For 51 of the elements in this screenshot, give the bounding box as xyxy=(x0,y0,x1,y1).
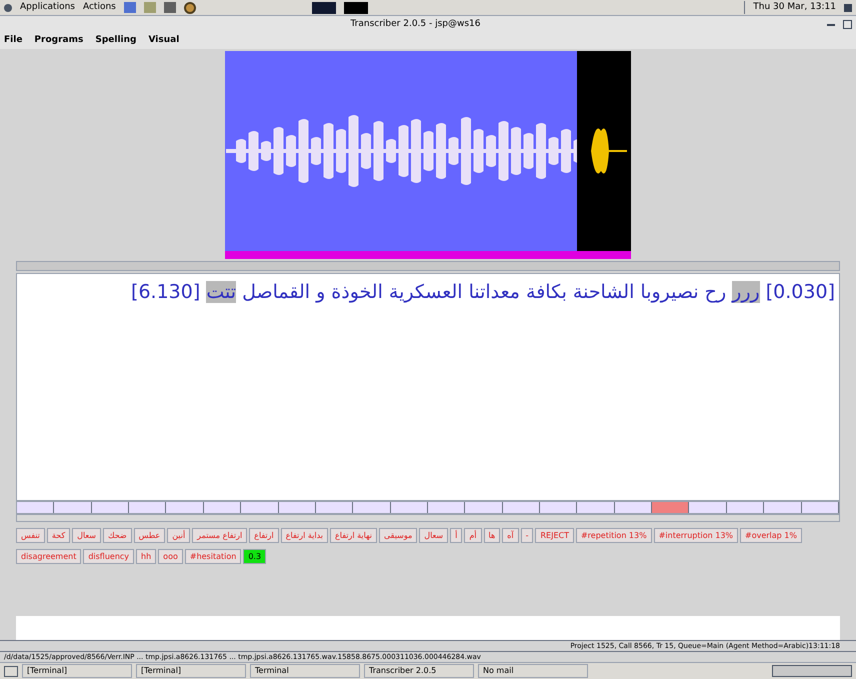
tag-button[interactable]: أ xyxy=(450,528,462,543)
workspace-icon[interactable] xyxy=(312,2,336,14)
tag-button[interactable]: أم xyxy=(464,528,482,543)
workspace-icon[interactable] xyxy=(344,2,368,14)
tag-button[interactable]: #interruption 13% xyxy=(654,528,738,543)
taskbar-button[interactable]: [Terminal] xyxy=(22,664,132,678)
taskbar-button[interactable]: [Terminal] xyxy=(136,664,246,678)
tag-button[interactable]: ooo xyxy=(158,549,183,564)
tag-button[interactable]: #overlap 1% xyxy=(740,528,802,543)
tag-button[interactable]: ضحك xyxy=(102,528,132,543)
tag-button[interactable]: REJECT xyxy=(535,528,574,543)
tag-button[interactable]: #repetition 13% xyxy=(576,528,652,543)
tag-button[interactable]: تنفس xyxy=(16,528,45,543)
tag-button[interactable]: نهاية ارتفاع xyxy=(330,528,378,543)
tag-button[interactable]: hh xyxy=(136,549,156,564)
panel-menu[interactable]: Applications xyxy=(20,0,75,14)
tag-button[interactable]: disagreement xyxy=(16,549,82,564)
tag-button[interactable]: سعال xyxy=(72,528,101,543)
pager-icon[interactable] xyxy=(772,665,852,677)
tag-button[interactable]: عطس xyxy=(134,528,166,543)
tag-button[interactable]: آه xyxy=(502,528,519,543)
tag-button[interactable]: disfluency xyxy=(83,549,134,564)
segment-scrollbar[interactable] xyxy=(16,514,840,522)
tag-button[interactable]: سعال xyxy=(419,528,448,543)
window-title: Transcriber 2.0.5 - jsp@ws16 xyxy=(350,18,481,31)
tag-button[interactable]: ها xyxy=(484,528,500,543)
tag-button[interactable]: كحة xyxy=(46,528,70,543)
tag-button[interactable]: ارتفاع مستمر xyxy=(192,528,248,543)
panel-menu[interactable]: Actions xyxy=(82,0,116,14)
tag-button[interactable]: بداية ارتفاع xyxy=(280,528,328,543)
tag-button[interactable]: 0.3 xyxy=(243,549,266,564)
launcher-icon[interactable] xyxy=(164,2,176,13)
menu-item[interactable]: File xyxy=(4,34,22,48)
taskbar-button[interactable]: No mail xyxy=(478,664,588,678)
tag-button[interactable]: أنين xyxy=(167,528,190,543)
launcher-icon[interactable] xyxy=(124,2,136,13)
show-desktop-icon[interactable] xyxy=(4,666,18,676)
taskbar-button[interactable]: Transcriber 2.0.5 xyxy=(364,664,474,678)
tag-button[interactable]: #hesitation xyxy=(184,549,242,564)
horizontal-scrollbar[interactable] xyxy=(16,261,840,271)
tag-button[interactable]: موسيقى xyxy=(379,528,418,543)
minimize-icon[interactable] xyxy=(827,24,835,26)
tag-button[interactable]: ارتفاع xyxy=(249,528,279,543)
menu-item[interactable]: Visual xyxy=(148,34,180,48)
tag-button[interactable]: - xyxy=(520,528,534,543)
clock[interactable]: Thu 30 Mar, 13:11 xyxy=(744,0,836,14)
launcher-icon[interactable] xyxy=(184,2,196,14)
menu-item[interactable]: Spelling xyxy=(95,34,136,48)
menu-item[interactable]: Programs xyxy=(34,34,84,48)
taskbar-button[interactable]: Terminal xyxy=(250,664,360,678)
maximize-icon[interactable] xyxy=(843,20,852,29)
